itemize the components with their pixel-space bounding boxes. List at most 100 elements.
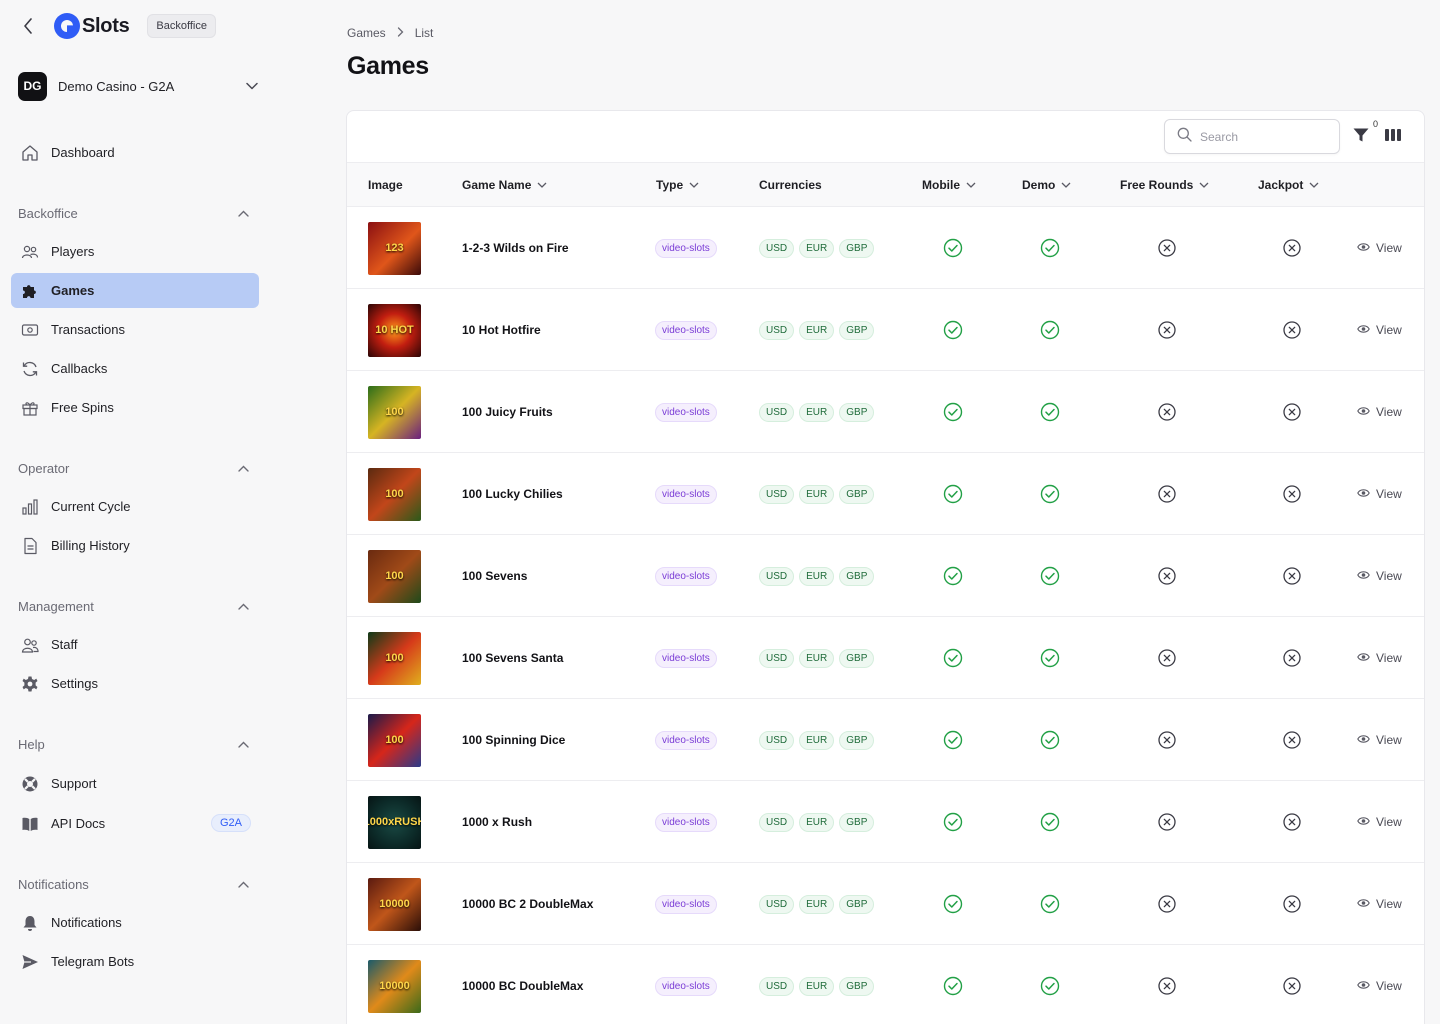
view-link[interactable]: View [1357,897,1402,911]
sidebar-item-api-docs[interactable]: API Docs G2A [11,806,259,841]
sidebar-item-support[interactable]: Support [11,766,259,801]
search-icon [1177,127,1192,147]
table-row[interactable]: 100 100 Lucky Chilies video-slots USD EUR GBP… [347,453,1424,535]
game-thumbnail[interactable]: 100 [368,385,421,439]
sidebar-item-label: Transactions [51,322,125,337]
sidebar-item-free-spins[interactable]: Free Spins [11,390,259,425]
table-row[interactable]: 10 HOT 10 Hot Hotfire video-slots USD EUR GBP… [347,289,1424,371]
game-thumbnail[interactable]: 100 [368,713,421,767]
check-circle-icon [943,648,963,668]
view-link[interactable]: View [1357,487,1402,501]
back-chevron-icon[interactable] [18,16,38,36]
api-docs-tag: G2A [210,814,251,832]
game-thumbnail[interactable]: 100 [368,549,421,603]
table-row[interactable]: 100 100 Sevens Santa video-slots USD EUR GBP V… [347,617,1424,699]
sidebar-item-telegram-bots[interactable]: Telegram Bots [11,944,259,979]
sidebar-item-dashboard[interactable]: Dashboard [11,135,259,170]
view-link[interactable]: View [1357,405,1402,419]
col-image: Image [368,163,403,207]
view-link[interactable]: View [1357,241,1402,255]
game-thumbnail[interactable]: 100 [368,467,421,521]
section-management[interactable]: Management [18,597,250,615]
cell-image: 123 [368,207,421,289]
game-thumbnail[interactable]: 10000 [368,877,421,931]
col-mobile[interactable]: Mobile [922,163,977,207]
cell-image: 10000 [368,863,421,945]
view-link[interactable]: View [1357,569,1402,583]
col-type[interactable]: Type [656,163,700,207]
cell-type: video-slots [655,453,717,535]
col-jackpot[interactable]: Jackpot [1258,163,1320,207]
table-row[interactable]: 1000xRUSH 1000 x Rush video-slots USDEURGBP… [347,781,1424,863]
table-row[interactable]: 10000 10000 BC DoubleMax video-slots USD EUR… [347,945,1424,1024]
sidebar-item-staff[interactable]: Staff [11,627,259,662]
currency-badge: USD [759,730,795,750]
sidebar-item-transactions[interactable]: Transactions [11,312,259,347]
check-circle-icon [1040,730,1060,750]
sidebar-item-players[interactable]: Players [11,234,259,269]
game-thumbnail[interactable]: 1000xRUSH [368,795,421,849]
section-notifications[interactable]: Notifications [18,875,250,893]
game-thumbnail[interactable]: 123 [368,221,421,275]
view-label: View [1376,323,1402,337]
col-free-rounds[interactable]: Free Rounds [1120,163,1210,207]
columns-icon[interactable] [1384,127,1404,147]
section-help[interactable]: Help [18,735,250,753]
game-name[interactable]: 1000 x Rush [462,815,532,829]
sidebar-item-notifications[interactable]: Notifications [11,905,259,940]
sidebar-item-callbacks[interactable]: Callbacks [11,351,259,386]
sidebar-item-current-cycle[interactable]: Current Cycle [11,489,259,524]
cell-action: View [1357,371,1402,453]
currency-badge: GBP [839,484,875,504]
game-name[interactable]: 100 Juicy Fruits [462,405,553,419]
brand-badge: Backoffice [147,14,216,38]
view-link[interactable]: View [1357,323,1402,337]
table-row[interactable]: 10000 10000 BC 2 DoubleMax video-slots USD E… [347,863,1424,945]
cell-mobile [943,207,963,289]
cell-game-name: 10000 BC 2 DoubleMax [462,863,593,945]
view-link[interactable]: View [1357,733,1402,747]
section-title: Backoffice [18,205,78,221]
game-name[interactable]: 100 Lucky Chilies [462,487,563,501]
game-thumbnail[interactable]: 100 [368,631,421,685]
game-name[interactable]: 1-2-3 Wilds on Fire [462,241,569,255]
col-game-name[interactable]: Game Name [462,163,548,207]
game-thumbnail[interactable]: 10 HOT [368,303,421,357]
table-row[interactable]: 100 100 Sevens video-slots USD EUR GBP View [347,535,1424,617]
section-backoffice[interactable]: Backoffice [18,204,250,222]
section-operator[interactable]: Operator [18,459,250,477]
game-name[interactable]: 100 Sevens [462,569,527,583]
breadcrumb-games[interactable]: Games [347,26,386,40]
game-name[interactable]: 100 Sevens Santa [462,651,563,665]
view-link[interactable]: View [1357,651,1402,665]
view-label: View [1376,569,1402,583]
game-name[interactable]: 10000 BC DoubleMax [462,979,583,993]
game-name[interactable]: 100 Spinning Dice [462,733,565,747]
refresh-icon [20,359,40,379]
sidebar-item-label: Current Cycle [51,499,131,514]
search-input[interactable] [1200,129,1320,144]
view-link[interactable]: View [1357,815,1402,829]
col-demo[interactable]: Demo [1022,163,1072,207]
table-row[interactable]: 123 1-2-3 Wilds on Fire video-slots USD EUR G… [347,207,1424,289]
sidebar-item-label: Billing History [51,538,130,553]
cell-image: 100 [368,371,421,453]
search-box[interactable] [1164,119,1340,154]
game-name[interactable]: 10 Hot Hotfire [462,323,541,337]
filter-icon[interactable] [1352,126,1372,146]
cell-jackpot [1282,863,1302,945]
casino-selector[interactable]: DG Demo Casino - G2A [18,71,260,101]
thumbnail-text: 100 [385,488,404,500]
currency-badge: USD [759,894,795,914]
sidebar-item-billing-history[interactable]: Billing History [11,528,259,563]
gift-icon [20,398,40,418]
game-name[interactable]: 10000 BC 2 DoubleMax [462,897,593,911]
puzzle-icon [20,281,40,301]
table-row[interactable]: 100 100 Spinning Dice video-slots USD EUR GBP… [347,699,1424,781]
section-title: Notifications [18,876,89,892]
sidebar-item-games[interactable]: Games [11,273,259,308]
view-link[interactable]: View [1357,979,1402,993]
game-thumbnail[interactable]: 10000 [368,959,421,1013]
table-row[interactable]: 100 100 Juicy Fruits video-slots USD EUR GBP V… [347,371,1424,453]
sidebar-item-settings[interactable]: Settings [11,666,259,701]
